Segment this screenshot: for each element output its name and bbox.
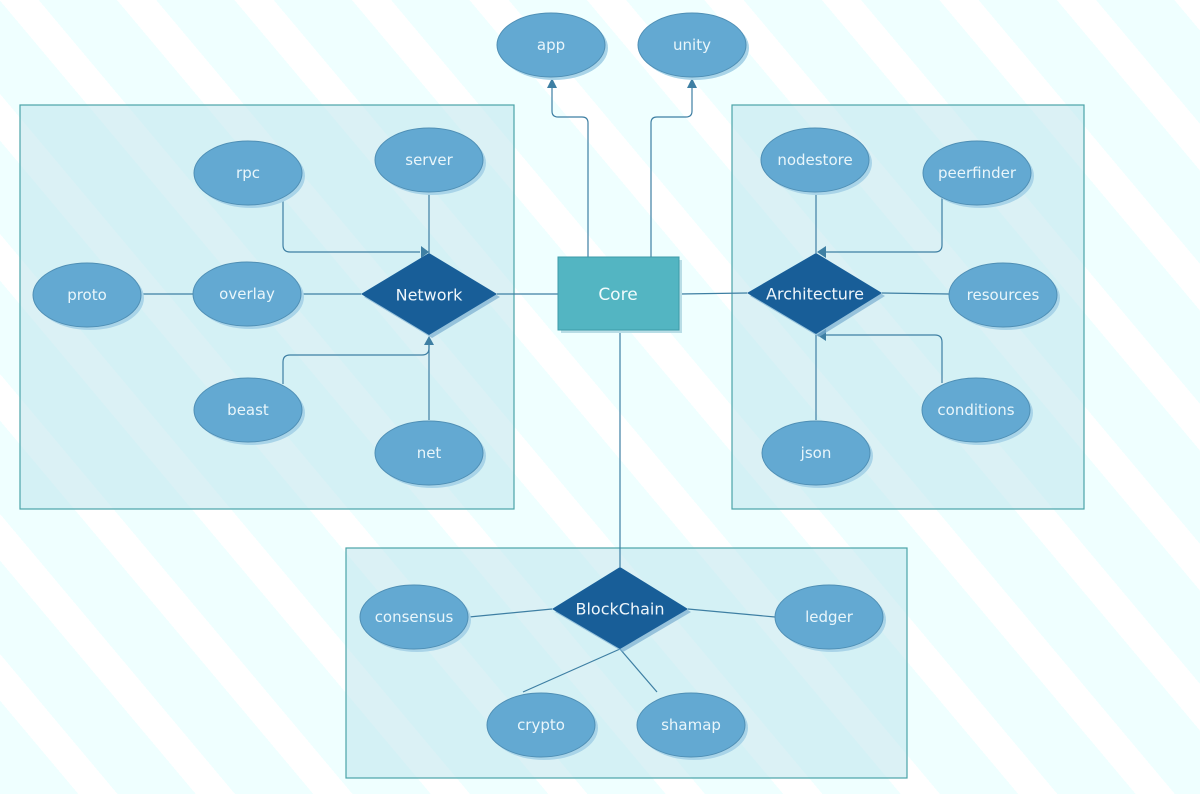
er-diagram: Core Network Architecture BlockChain app…	[19, 12, 1085, 779]
proto-label: proto	[67, 286, 107, 304]
json-label: json	[800, 444, 832, 462]
attribute-node-app[interactable]: app	[496, 12, 608, 80]
blockchain-label: BlockChain	[576, 600, 665, 619]
core-label: Core	[598, 285, 637, 305]
network-label: Network	[396, 286, 464, 305]
attribute-node-unity[interactable]: unity	[637, 12, 749, 80]
nodestore-label: nodestore	[777, 151, 852, 169]
consensus-label: consensus	[375, 608, 454, 626]
shamap-label: shamap	[661, 716, 721, 734]
conditions-label: conditions	[937, 401, 1014, 419]
unity-label: unity	[673, 36, 711, 54]
server-label: server	[405, 151, 453, 169]
ledger-label: ledger	[805, 608, 854, 626]
peerfinder-label: peerfinder	[938, 164, 1017, 182]
beast-label: beast	[227, 401, 269, 419]
architecture-label: Architecture	[766, 285, 864, 304]
net-label: net	[417, 444, 442, 462]
resources-label: resources	[967, 286, 1040, 304]
rpc-label: rpc	[236, 164, 260, 182]
core-entity[interactable]: Core	[557, 256, 682, 333]
edge-core-app	[551, 84, 589, 257]
crypto-label: crypto	[517, 716, 565, 734]
edge-core-unity	[650, 84, 693, 257]
overlay-label: overlay	[219, 285, 275, 303]
app-label: app	[537, 36, 565, 54]
